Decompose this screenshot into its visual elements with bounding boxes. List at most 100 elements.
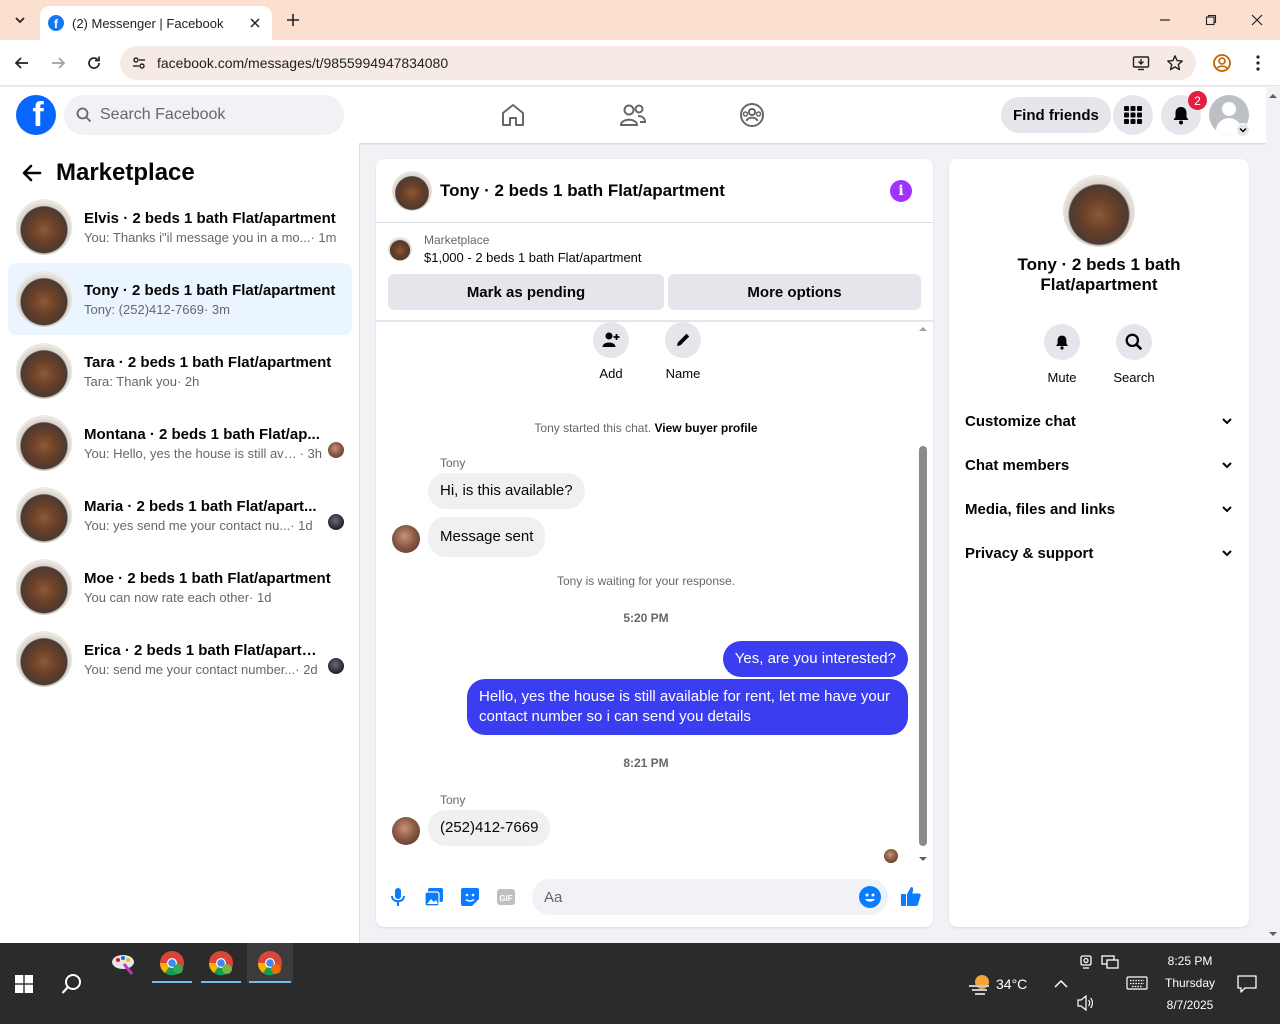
chat-title[interactable]: Tony · 2 beds 1 bath Flat/apartment <box>440 181 725 201</box>
tab-search-chevron-icon[interactable] <box>8 8 32 32</box>
thumbs-up-icon[interactable] <box>899 884 923 908</box>
address-bar[interactable]: facebook.com/messages/t/9855994947834080 <box>120 46 1196 80</box>
facebook-search[interactable] <box>64 95 344 135</box>
name-label: Name <box>665 366 701 381</box>
incoming-message[interactable]: (252)412-7669 <box>428 810 551 846</box>
taskbar-search-icon[interactable] <box>48 960 96 1008</box>
install-app-icon[interactable] <box>1128 50 1154 76</box>
outgoing-message[interactable]: Hello, yes the house is still available … <box>467 679 908 735</box>
mute-action[interactable]: Mute <box>1032 324 1092 385</box>
profile-icon[interactable] <box>1210 51 1234 75</box>
conversation-item[interactable]: Montana · 2 beds 1 bath Flat/ap... You: … <box>8 407 352 479</box>
chrome-profile-a-icon[interactable] <box>150 943 194 983</box>
chat-header: Tony · 2 beds 1 bath Flat/apartment i <box>376 159 933 223</box>
groups-icon[interactable] <box>736 99 768 131</box>
search-label: Search <box>1113 370 1155 385</box>
find-friends-button[interactable]: Find friends <box>1001 97 1111 133</box>
sender-avatar[interactable] <box>392 817 420 845</box>
message-composer[interactable] <box>532 879 888 915</box>
search-icon <box>1116 324 1152 360</box>
conversation-name: Moe · 2 beds 1 bath Flat/apartment <box>84 569 331 587</box>
restore-icon[interactable] <box>1188 0 1234 40</box>
view-buyer-profile-link[interactable]: View buyer profile <box>654 421 757 435</box>
outgoing-message[interactable]: Yes, are you interested? <box>722 641 908 677</box>
close-tab-icon[interactable] <box>246 14 264 32</box>
forward-arrow-icon[interactable] <box>46 51 70 75</box>
clock-date[interactable]: 8/7/2025 <box>1160 998 1220 1012</box>
media-files-links-row[interactable]: Media, files and links <box>957 487 1241 531</box>
conversation-item[interactable]: Erica · 2 beds 1 bath Flat/apartm... You… <box>8 623 352 695</box>
add-action[interactable]: Add <box>581 322 641 381</box>
notification-center-icon[interactable] <box>1234 971 1260 997</box>
windows-start-icon[interactable] <box>0 960 48 1008</box>
temperature[interactable]: 34°C <box>996 976 1027 992</box>
browser-tab[interactable]: f (2) Messenger | Facebook <box>40 6 272 40</box>
conversation-item[interactable]: Tara · 2 beds 1 bath Flat/apartment Tara… <box>8 335 352 407</box>
weather-icon[interactable] <box>966 971 994 997</box>
minimize-icon[interactable] <box>1142 0 1188 40</box>
network-icon[interactable] <box>1100 953 1120 971</box>
close-window-icon[interactable] <box>1234 0 1280 40</box>
search-input[interactable] <box>100 106 320 124</box>
chrome-profile-c-icon[interactable] <box>247 943 293 983</box>
message-input[interactable] <box>544 888 859 906</box>
keyboard-icon[interactable] <box>1124 973 1150 993</box>
facebook-logo-icon[interactable]: f <box>16 95 56 135</box>
waiting-text: Tony is waiting for your response. <box>556 574 736 588</box>
clock-time[interactable]: 8:25 PM <box>1160 954 1220 968</box>
info-icon[interactable]: i <box>890 180 912 202</box>
privacy-support-row[interactable]: Privacy & support <box>957 531 1241 575</box>
conversation-item[interactable]: Elvis · 2 beds 1 bath Flat/apartment You… <box>8 191 352 263</box>
incoming-message[interactable]: Message sent <box>428 517 546 557</box>
chat-thumbnail[interactable] <box>392 170 432 211</box>
sender-avatar[interactable] <box>392 525 420 553</box>
timestamp: 5:20 PM <box>623 611 669 625</box>
sidebar-title: Marketplace <box>56 159 195 186</box>
timestamp: 8:21 PM <box>623 756 669 770</box>
conversation-name: Tony · 2 beds 1 bath Flat/apartment <box>84 281 336 299</box>
conversation-preview: You can now rate each other <box>84 589 250 605</box>
customize-chat-row[interactable]: Customize chat <box>957 399 1241 443</box>
more-options-button[interactable]: More options <box>668 274 921 310</box>
volume-icon[interactable] <box>1076 993 1096 1013</box>
back-arrow-icon[interactable] <box>16 157 48 189</box>
account-chevron-icon[interactable] <box>1236 123 1250 137</box>
sticker-icon[interactable] <box>458 885 482 909</box>
messages-scrollbar[interactable] <box>917 324 929 864</box>
paint-app-icon[interactable] <box>100 943 146 983</box>
listing-summary[interactable]: Marketplace $1,000 - 2 beds 1 bath Flat/… <box>388 233 642 265</box>
show-hidden-icons-chevron-icon[interactable] <box>1050 973 1072 995</box>
conversation-item[interactable]: Moe · 2 beds 1 bath Flat/apartment You c… <box>8 551 352 623</box>
site-settings-icon[interactable] <box>126 50 152 76</box>
notifications-bell-icon[interactable]: 2 <box>1161 91 1207 135</box>
conversation-name: Montana · 2 beds 1 bath Flat/ap... <box>84 425 320 443</box>
gif-icon[interactable]: GIF <box>494 885 518 909</box>
new-tab-icon[interactable] <box>282 9 304 31</box>
incoming-message[interactable]: Hi, is this available? <box>428 473 585 509</box>
home-icon[interactable] <box>497 99 529 131</box>
page-scrollbar[interactable] <box>1266 87 1280 943</box>
name-action[interactable]: Name <box>653 322 713 381</box>
url-text[interactable]: facebook.com/messages/t/9855994947834080 <box>157 55 1128 71</box>
listing-thumbnail <box>16 559 72 615</box>
emoji-icon[interactable] <box>859 886 881 908</box>
reload-icon[interactable] <box>82 51 106 75</box>
menu-grid-icon[interactable] <box>1113 95 1153 135</box>
bookmark-star-icon[interactable] <box>1162 50 1188 76</box>
chat-members-row[interactable]: Chat members <box>957 443 1241 487</box>
conversation-item[interactable]: Tony · 2 beds 1 bath Flat/apartment Tony… <box>8 263 352 335</box>
back-arrow-icon[interactable] <box>10 51 34 75</box>
chat-thumbnail[interactable] <box>1063 175 1135 247</box>
microphone-icon[interactable] <box>386 885 410 909</box>
chat-panel: Tony · 2 beds 1 bath Flat/apartment i Ma… <box>376 159 933 927</box>
meet-now-icon[interactable] <box>1077 953 1095 971</box>
chat-started-text: Tony started this chat. View buyer profi… <box>376 421 916 435</box>
search-action[interactable]: Search <box>1104 324 1164 385</box>
mark-as-pending-button[interactable]: Mark as pending <box>388 274 664 310</box>
photo-icon[interactable] <box>422 885 446 909</box>
friends-icon[interactable] <box>617 99 649 131</box>
chrome-profile-b-icon[interactable] <box>199 943 243 983</box>
clock-day[interactable]: Thursday <box>1160 976 1220 990</box>
conversation-item[interactable]: Maria · 2 beds 1 bath Flat/apart... You:… <box>8 479 352 551</box>
browser-menu-icon[interactable] <box>1246 51 1270 75</box>
